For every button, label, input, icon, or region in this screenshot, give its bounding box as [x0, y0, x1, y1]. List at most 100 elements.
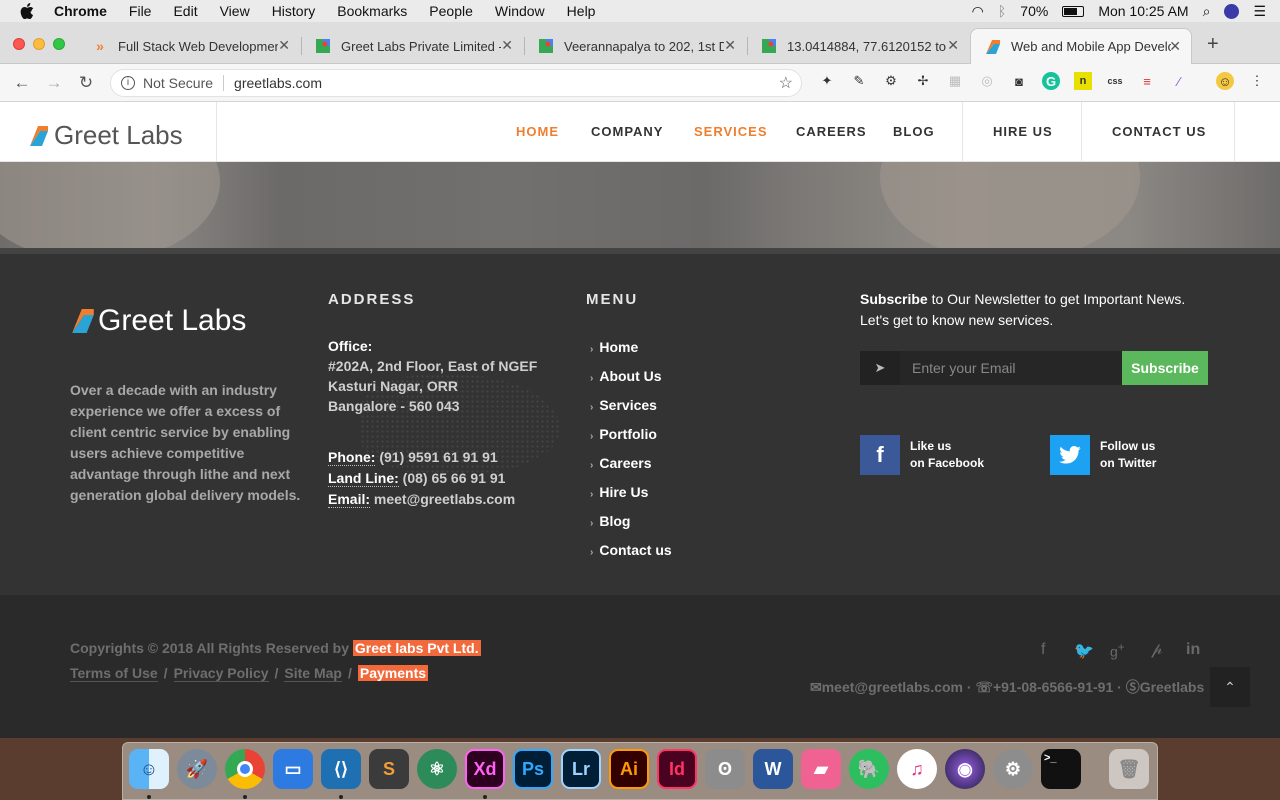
- extension-css-icon[interactable]: css: [1106, 72, 1124, 90]
- menu-label[interactable]: About Us: [599, 368, 661, 384]
- finder-icon[interactable]: ☺: [129, 749, 169, 789]
- info-icon[interactable]: i: [121, 76, 135, 90]
- new-tab-button[interactable]: +: [1207, 33, 1219, 56]
- extension-circle-icon[interactable]: ◎: [978, 72, 996, 90]
- menu-label[interactable]: Careers: [599, 455, 651, 471]
- footer-menu-about[interactable]: › About Us: [590, 368, 662, 384]
- profile-emoji-icon[interactable]: ☺: [1216, 72, 1234, 90]
- close-tab-icon[interactable]: ✕: [1169, 38, 1181, 55]
- site-logo[interactable]: Greet Labs: [30, 120, 183, 151]
- email-value[interactable]: meet@greetlabs.com: [370, 491, 515, 507]
- phone-value[interactable]: (91) 9591 61 91 91: [375, 449, 497, 465]
- chrome-icon[interactable]: [225, 749, 265, 789]
- trash-icon[interactable]: 🗑: [1109, 749, 1149, 789]
- payments-link[interactable]: Payments: [357, 665, 429, 681]
- menu-view[interactable]: View: [220, 3, 250, 19]
- forward-arrow-icon[interactable]: →: [44, 73, 64, 93]
- url-text[interactable]: greetlabs.com: [234, 75, 322, 91]
- siri-icon[interactable]: ◉: [945, 749, 985, 789]
- tab-veerannapalya[interactable]: Veerannapalya to 202, 1st D ✕: [524, 28, 746, 64]
- footer-menu-services[interactable]: › Services: [590, 397, 657, 413]
- twitter-widget[interactable]: Follow us on Twitter: [1050, 435, 1156, 475]
- menu-bookmarks[interactable]: Bookmarks: [337, 3, 407, 19]
- sublime-text-icon[interactable]: S: [369, 749, 409, 789]
- footer-logo[interactable]: Greet Labs: [72, 304, 246, 338]
- extension-gear-icon[interactable]: ⚙: [882, 72, 900, 90]
- evernote-icon[interactable]: 🐘: [849, 749, 889, 789]
- wifi-icon[interactable]: ◠: [972, 3, 984, 20]
- system-preferences-icon[interactable]: ⚙: [993, 749, 1033, 789]
- menu-people[interactable]: People: [429, 3, 473, 19]
- menu-label[interactable]: Portfolio: [599, 426, 657, 442]
- extension-feather-icon[interactable]: ⁄: [1170, 72, 1188, 90]
- battery-percent[interactable]: 70%: [1020, 3, 1048, 19]
- extension-lines-icon[interactable]: ≡: [1138, 72, 1156, 90]
- privacy-link[interactable]: Privacy Policy: [173, 665, 269, 682]
- apple-icon[interactable]: [20, 3, 34, 19]
- landline-value[interactable]: (08) 65 66 91 91: [399, 470, 506, 486]
- extension-yellow-icon[interactable]: n: [1074, 72, 1092, 90]
- bottom-email[interactable]: meet@greetlabs.com: [822, 679, 963, 695]
- scroll-to-top-button[interactable]: ⌃: [1210, 667, 1250, 707]
- bookmark-star-icon[interactable]: ☆: [779, 73, 793, 93]
- google-plus-small-icon[interactable]: g+: [1110, 641, 1125, 660]
- lightroom-icon[interactable]: Lr: [561, 749, 601, 789]
- close-tab-icon[interactable]: ✕: [947, 37, 959, 54]
- sketch-folder-icon[interactable]: ▰: [801, 749, 841, 789]
- reload-icon[interactable]: ↻: [76, 73, 96, 93]
- company-link[interactable]: Greet labs Pvt Ltd.: [352, 640, 481, 656]
- extension-camera-icon[interactable]: ◙: [1010, 72, 1028, 90]
- twitter-small-icon[interactable]: 🐦: [1074, 641, 1094, 661]
- tab-coordinates[interactable]: 13.0414884, 77.6120152 to I ✕: [747, 28, 969, 64]
- bluetooth-icon[interactable]: ᛒ: [998, 3, 1006, 19]
- launchpad-rocket-icon[interactable]: 🚀: [177, 749, 217, 789]
- nav-home[interactable]: HOME: [516, 124, 559, 139]
- extension-eyedropper-icon[interactable]: ✎: [850, 72, 868, 90]
- nav-careers[interactable]: CAREERS: [796, 124, 867, 139]
- word-icon[interactable]: W: [753, 749, 793, 789]
- koala-icon[interactable]: ʘ: [705, 749, 745, 789]
- tab-greetlabs-maps[interactable]: Greet Labs Private Limited - ✕: [301, 28, 523, 64]
- twitter-icon[interactable]: [1050, 435, 1090, 475]
- menu-window[interactable]: Window: [495, 3, 545, 19]
- indesign-icon[interactable]: Id: [657, 749, 697, 789]
- footer-menu-contact[interactable]: › Contact us: [590, 542, 672, 558]
- user-avatar-icon[interactable]: [1224, 3, 1240, 19]
- extension-grammarly-icon[interactable]: G: [1042, 72, 1060, 90]
- extension-move-icon[interactable]: ✢: [914, 72, 932, 90]
- facebook-icon[interactable]: f: [860, 435, 900, 475]
- photoshop-icon[interactable]: Ps: [513, 749, 553, 789]
- twitter-text[interactable]: Follow us on Twitter: [1100, 438, 1156, 472]
- pinterest-small-icon[interactable]: 𝓅: [1151, 641, 1162, 659]
- chrome-menu-icon[interactable]: ⋮: [1248, 72, 1266, 90]
- menu-label[interactable]: Hire Us: [599, 484, 648, 500]
- extension-ninja-icon[interactable]: ✦: [818, 72, 836, 90]
- notification-center-icon[interactable]: ☰: [1253, 3, 1266, 20]
- footer-menu-careers[interactable]: › Careers: [590, 455, 652, 471]
- bottom-skype[interactable]: Greetlabs: [1140, 679, 1205, 695]
- nav-blog[interactable]: BLOG: [893, 124, 935, 139]
- close-window-button[interactable]: [13, 38, 25, 50]
- tab-web-mobile-active[interactable]: Web and Mobile App Develo ✕: [970, 28, 1192, 64]
- nav-contact-us[interactable]: CONTACT US: [1112, 124, 1206, 139]
- maximize-window-button[interactable]: [53, 38, 65, 50]
- menu-help[interactable]: Help: [567, 3, 596, 19]
- terms-link[interactable]: Terms of Use: [70, 665, 158, 682]
- close-tab-icon[interactable]: ✕: [278, 37, 290, 54]
- tab-full-stack[interactable]: » Full Stack Web Developmen ✕: [78, 28, 300, 64]
- nav-hire-us[interactable]: HIRE US: [993, 124, 1053, 139]
- address-bar[interactable]: i Not Secure greetlabs.com ☆: [110, 69, 802, 97]
- footer-menu-hire-us[interactable]: › Hire Us: [590, 484, 648, 500]
- illustrator-icon[interactable]: Ai: [609, 749, 649, 789]
- facebook-small-icon[interactable]: f: [1041, 641, 1045, 659]
- adobe-xd-icon[interactable]: Xd: [465, 749, 505, 789]
- menu-file[interactable]: File: [129, 3, 152, 19]
- close-tab-icon[interactable]: ✕: [724, 37, 736, 54]
- spotlight-icon[interactable]: ⌕: [1203, 3, 1211, 20]
- back-arrow-icon[interactable]: ←: [12, 73, 32, 93]
- menu-app-chrome[interactable]: Chrome: [54, 3, 107, 19]
- subscribe-button[interactable]: Subscribe: [1122, 351, 1208, 385]
- nav-company[interactable]: COMPANY: [591, 124, 663, 139]
- menu-history[interactable]: History: [272, 3, 316, 19]
- minimize-window-button[interactable]: [33, 38, 45, 50]
